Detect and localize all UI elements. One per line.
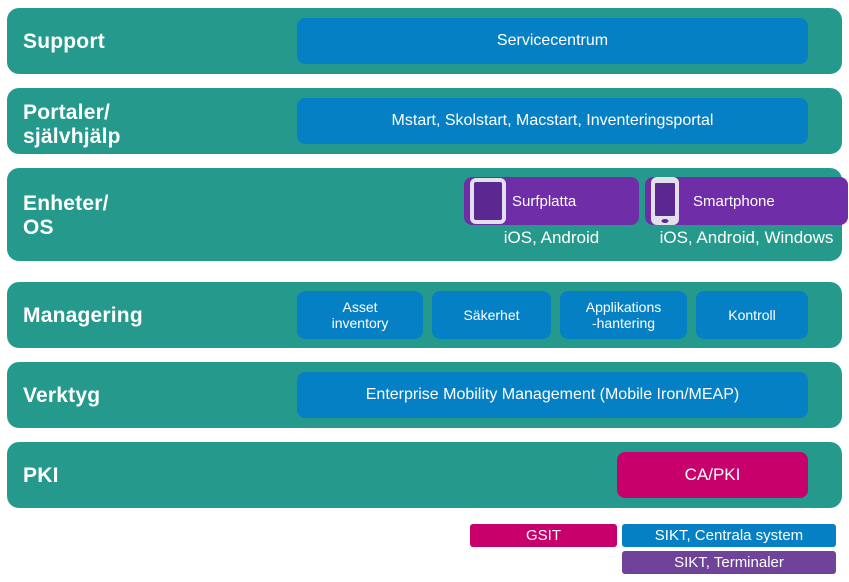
smartphone-screen [655,183,675,216]
device-group-tablet: Surfplatta iOS, Android [464,177,639,248]
chip-smartphone[interactable]: Smartphone [645,177,848,225]
chip-servicecentrum[interactable]: Servicecentrum [297,18,808,64]
row-label-enheter-os: Enheter/ OS [23,192,109,239]
tablet-icon [470,178,506,224]
chip-surfplatta[interactable]: Surfplatta [464,177,639,225]
chip-ca-pki[interactable]: CA/PKI [617,452,808,498]
diagram-row-enheter-os: Enheter/ OS Surfplatta iOS, Android Smar… [7,168,848,261]
row-label-portaler: Portaler/ självhjälp [23,101,121,148]
chip-enterprise-mobility-management[interactable]: Enterprise Mobility Management (Mobile I… [297,372,808,418]
diagram-row-managering: Managering Asset inventory Säkerhet Appl… [7,282,842,348]
legend-item-sikt-centrala-system[interactable]: SIKT, Centrala system [622,524,836,547]
row-label-support: Support [23,30,105,53]
smartphone-home-button [661,218,669,223]
row-label-pki: PKI [23,464,59,487]
diagram-row-verktyg: Verktyg Enterprise Mobility Management (… [7,362,842,428]
chip-applikationshantering[interactable]: Applikations -hantering [560,291,687,339]
row-label-managering: Managering [23,304,143,327]
chip-surfplatta-label: Surfplatta [512,192,577,210]
chip-asset-inventory[interactable]: Asset inventory [297,291,423,339]
legend-item-sikt-terminaler[interactable]: SIKT, Terminaler [622,551,836,574]
chip-sakerhet[interactable]: Säkerhet [432,291,551,339]
diagram-row-pki: PKI CA/PKI [7,442,842,508]
chip-smartphone-label: Smartphone [693,192,775,210]
chip-kontroll[interactable]: Kontroll [696,291,808,339]
diagram-row-portaler: Portaler/ självhjälp Mstart, Skolstart, … [7,88,842,154]
layer-diagram: Support Servicecentrum Portaler/ självhj… [0,0,849,582]
device-group-smartphone: Smartphone iOS, Android, Windows [645,177,848,248]
smartphone-icon [651,177,679,225]
diagram-row-support: Support Servicecentrum [7,8,842,74]
chip-portals[interactable]: Mstart, Skolstart, Macstart, Inventering… [297,98,808,144]
device-os-tablet: iOS, Android [503,228,600,247]
row-label-verktyg: Verktyg [23,384,101,407]
tablet-screen [474,182,502,220]
device-os-smartphone: iOS, Android, Windows [659,228,834,247]
legend-item-gsit[interactable]: GSIT [470,524,617,547]
